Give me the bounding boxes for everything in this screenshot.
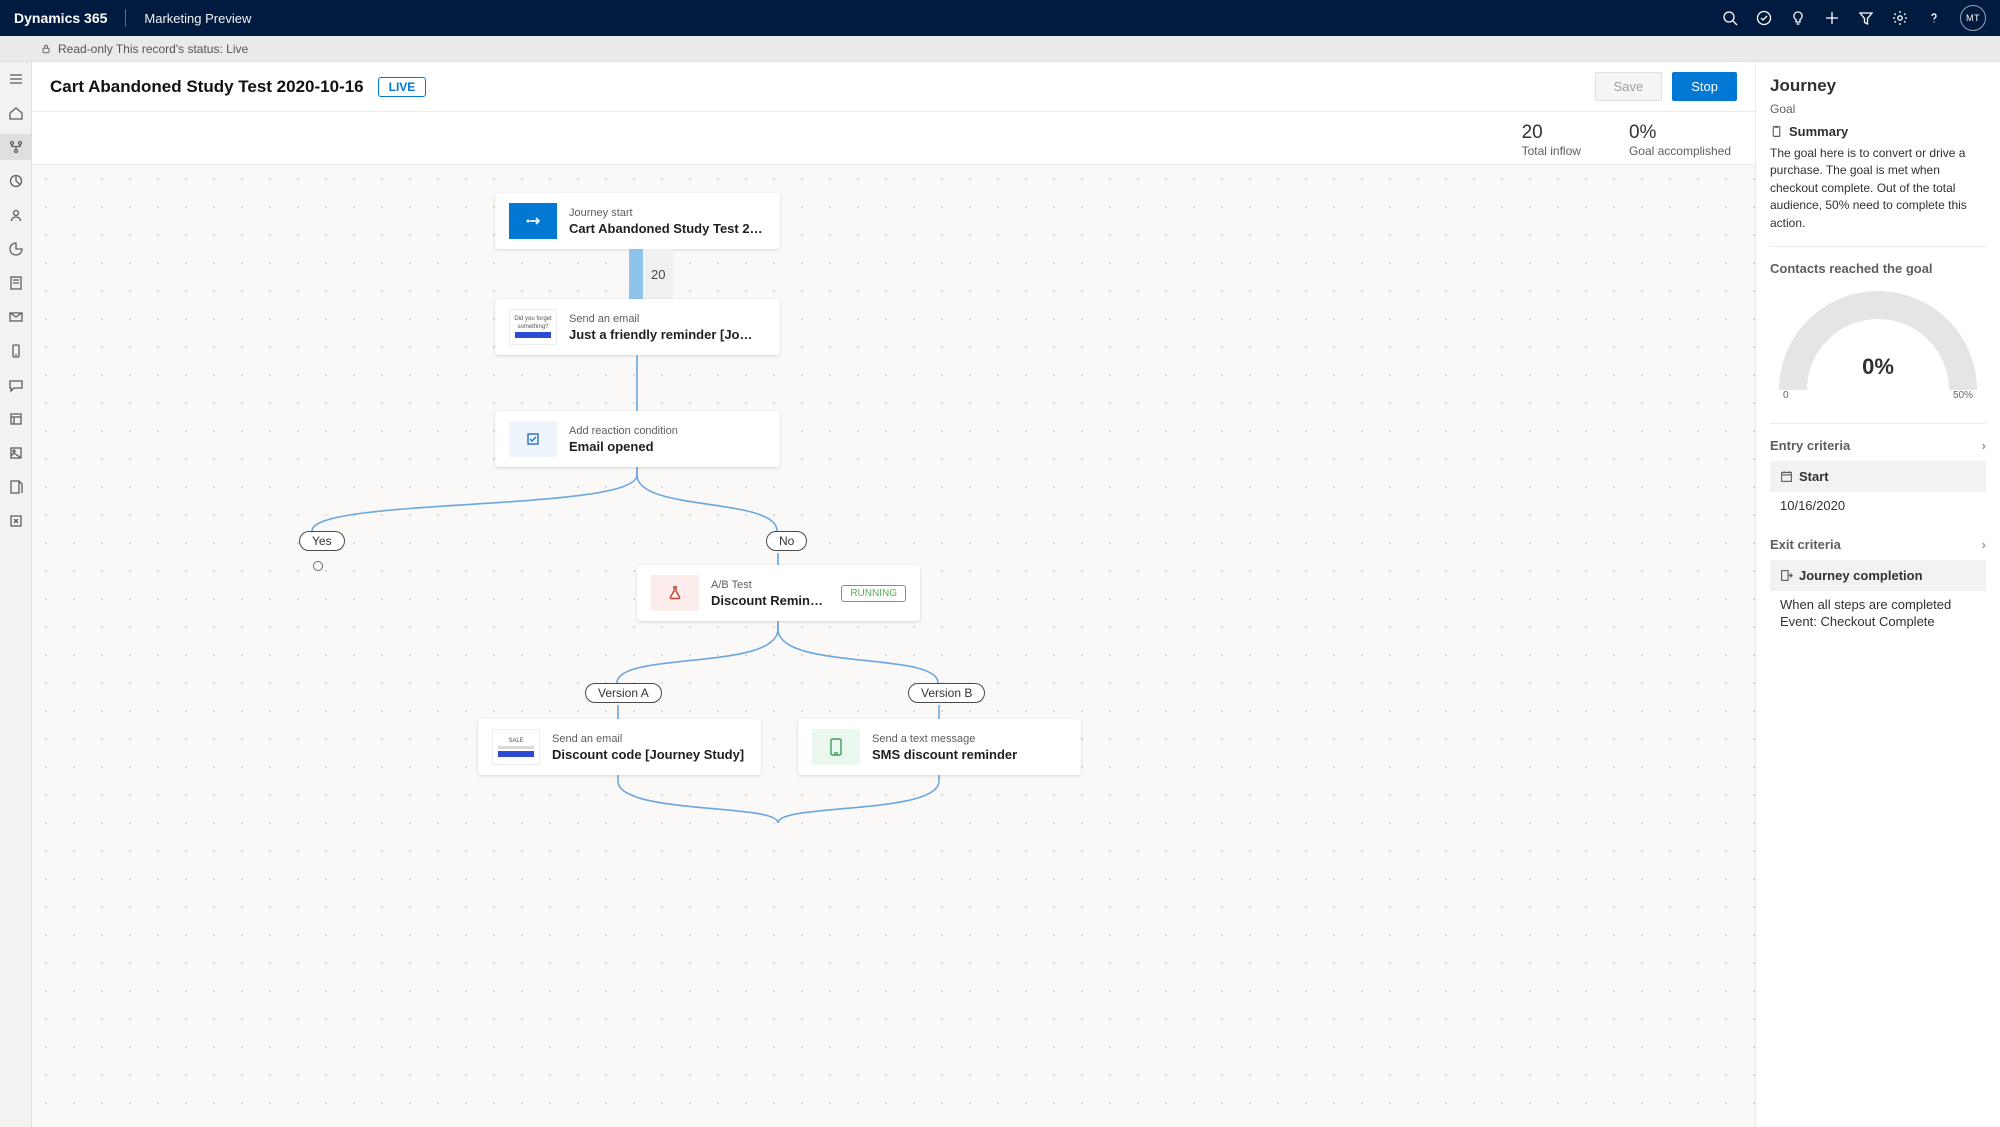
stat-goal: 0% Goal accomplished bbox=[1629, 122, 1731, 158]
sidebar-contacts[interactable] bbox=[0, 202, 32, 228]
sidebar-forms[interactable] bbox=[0, 270, 32, 296]
sidebar-mobile[interactable] bbox=[0, 338, 32, 364]
brand: Dynamics 365 bbox=[14, 10, 107, 26]
calendar-icon bbox=[1780, 470, 1793, 483]
email-thumbnail: SALE bbox=[492, 729, 540, 765]
chevron-right-icon: › bbox=[1982, 438, 1986, 453]
email-thumbnail: Did you forget something? bbox=[509, 309, 557, 345]
node-sms-discount[interactable]: Send a text message SMS discount reminde… bbox=[798, 719, 1081, 775]
page-header: Cart Abandoned Study Test 2020-10-16 LIV… bbox=[32, 62, 1755, 112]
branch-version-a[interactable]: Version A bbox=[585, 683, 662, 703]
branch-version-b[interactable]: Version B bbox=[908, 683, 985, 703]
status-badge: LIVE bbox=[378, 77, 427, 97]
readonly-text: Read-only This record's status: Live bbox=[58, 42, 248, 56]
help-icon[interactable] bbox=[1926, 10, 1942, 26]
goal-gauge: 0% 0 50% bbox=[1770, 284, 1986, 409]
exit-icon bbox=[1780, 569, 1793, 582]
add-icon[interactable] bbox=[1824, 10, 1840, 26]
lightbulb-icon[interactable] bbox=[1790, 10, 1806, 26]
contacts-heading: Contacts reached the goal bbox=[1770, 261, 1986, 276]
inflow-count: 20 bbox=[629, 249, 673, 299]
branch-yes[interactable]: Yes bbox=[299, 531, 345, 551]
lock-icon bbox=[40, 43, 52, 55]
sidebar-analytics[interactable] bbox=[0, 236, 32, 262]
summary-heading: Summary bbox=[1770, 124, 1986, 139]
sidebar-segments[interactable] bbox=[0, 168, 32, 194]
stat-inflow: 20 Total inflow bbox=[1522, 122, 1581, 158]
node-email-discount[interactable]: SALE Send an email Discount code [Journe… bbox=[478, 719, 761, 775]
stop-button[interactable]: Stop bbox=[1672, 72, 1737, 101]
mobile-icon bbox=[812, 729, 860, 765]
journey-canvas[interactable]: Journey start Cart Abandoned Study Test … bbox=[32, 165, 1755, 1127]
node-reaction-condition[interactable]: Add reaction condition Email opened bbox=[495, 411, 780, 467]
panel-title: Journey bbox=[1770, 76, 1986, 96]
yes-endpoint bbox=[313, 561, 323, 571]
ab-status-badge: RUNNING bbox=[841, 585, 906, 602]
sidebar-settings[interactable] bbox=[0, 508, 32, 534]
branch-no[interactable]: No bbox=[766, 531, 807, 551]
sidebar bbox=[0, 62, 32, 1127]
entry-start-row: Start bbox=[1770, 461, 1986, 492]
sidebar-hamburger[interactable] bbox=[0, 66, 32, 92]
node-journey-start[interactable]: Journey start Cart Abandoned Study Test … bbox=[495, 193, 780, 249]
start-icon bbox=[509, 203, 557, 239]
user-avatar[interactable]: MT bbox=[1960, 5, 1986, 31]
search-icon[interactable] bbox=[1722, 10, 1738, 26]
summary-body: The goal here is to convert or drive a p… bbox=[1770, 145, 1986, 232]
entry-date: 10/16/2020 bbox=[1770, 492, 1986, 519]
header-divider bbox=[125, 9, 126, 27]
sidebar-library[interactable] bbox=[0, 440, 32, 466]
save-button: Save bbox=[1595, 72, 1663, 101]
sidebar-home[interactable] bbox=[0, 100, 32, 126]
right-panel: Journey Goal Summary The goal here is to… bbox=[1755, 62, 2000, 1127]
gear-icon[interactable] bbox=[1892, 10, 1908, 26]
chevron-right-icon: › bbox=[1982, 537, 1986, 552]
exit-completion-row: Journey completion bbox=[1770, 560, 1986, 591]
sidebar-chat[interactable] bbox=[0, 372, 32, 398]
task-icon[interactable] bbox=[1756, 10, 1772, 26]
filter-icon[interactable] bbox=[1858, 10, 1874, 26]
sidebar-email[interactable] bbox=[0, 304, 32, 330]
stats-row: 20 Total inflow 0% Goal accomplished bbox=[32, 112, 1755, 165]
app-name: Marketing Preview bbox=[144, 11, 251, 26]
condition-icon bbox=[509, 421, 557, 457]
sidebar-journeys[interactable] bbox=[0, 134, 32, 160]
page-title: Cart Abandoned Study Test 2020-10-16 bbox=[50, 77, 364, 97]
node-send-email-reminder[interactable]: Did you forget something? Send an email … bbox=[495, 299, 780, 355]
sidebar-reports[interactable] bbox=[0, 474, 32, 500]
exit-line2: Event: Checkout Complete bbox=[1770, 612, 1986, 635]
sidebar-templates[interactable] bbox=[0, 406, 32, 432]
clipboard-icon bbox=[1770, 125, 1783, 138]
node-ab-test[interactable]: A/B Test Discount Reminder Test RUNNING bbox=[637, 565, 920, 621]
goal-label: Goal bbox=[1770, 102, 1986, 116]
exit-criteria-heading[interactable]: Exit criteria › bbox=[1770, 537, 1986, 552]
readonly-banner: Read-only This record's status: Live bbox=[0, 36, 2000, 62]
global-header: Dynamics 365 Marketing Preview MT bbox=[0, 0, 2000, 36]
exit-line1: When all steps are completed bbox=[1770, 591, 1986, 612]
flask-icon bbox=[651, 575, 699, 611]
entry-criteria-heading[interactable]: Entry criteria › bbox=[1770, 438, 1986, 453]
